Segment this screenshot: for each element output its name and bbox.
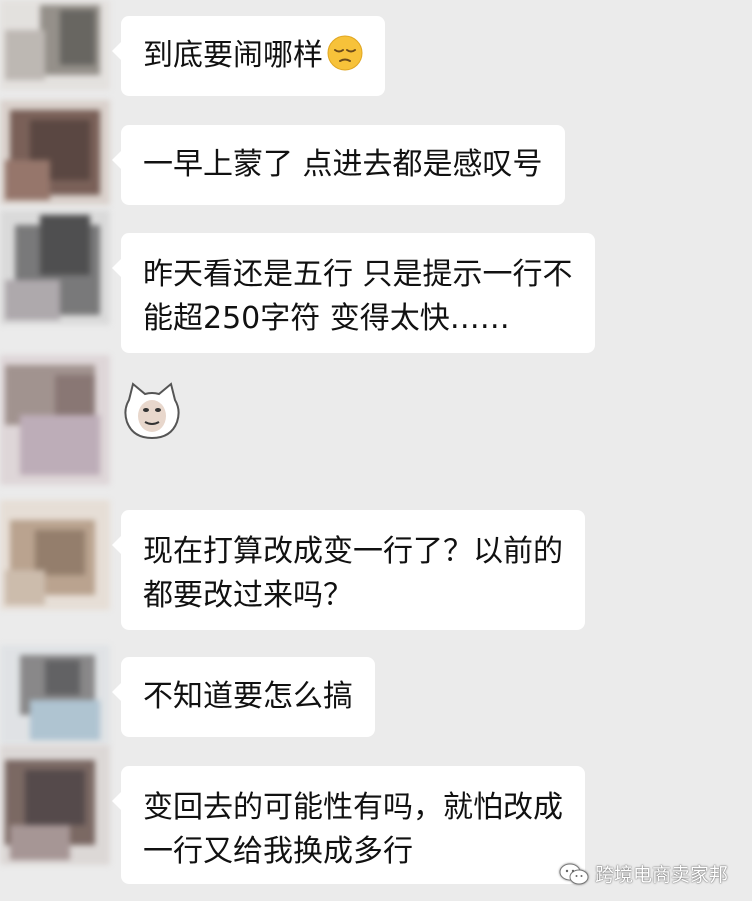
message-bubble: 一早上蒙了 点进去都是感叹号 <box>112 125 565 205</box>
avatar <box>0 745 110 865</box>
message-bubble: 不知道要怎么搞 <box>112 657 375 737</box>
avatar <box>0 500 110 610</box>
avatar <box>0 100 110 205</box>
message-text: 一早上蒙了 点进去都是感叹号 <box>143 147 543 182</box>
message-text-line: 能超250字符 变得太快…… <box>143 301 510 336</box>
message-text-line: 一行又给我换成多行 <box>143 834 413 869</box>
cat-face-sticker <box>124 382 180 440</box>
message-bubble: 变回去的可能性有吗，就怕改成 一行又给我换成多行 <box>112 766 585 884</box>
avatar <box>0 355 110 485</box>
avatar <box>0 210 110 325</box>
message-text-line: 现在打算改成变一行了？以前的 <box>143 534 563 569</box>
avatar <box>0 0 110 90</box>
message-text-line: 都要改过来吗？ <box>143 578 353 613</box>
wechat-icon <box>559 863 589 884</box>
pensive-face-emoji <box>327 35 363 71</box>
watermark: 跨境电商卖家邦 <box>559 860 728 887</box>
message-text: 不知道要怎么搞 <box>143 679 353 714</box>
message-text: 到底要闹哪样 <box>143 38 323 73</box>
message-bubble: 现在打算改成变一行了？以前的 都要改过来吗？ <box>112 510 585 630</box>
message-text-line: 昨天看还是五行 只是提示一行不 <box>143 257 573 292</box>
avatar <box>0 645 110 745</box>
message-bubble: 到底要闹哪样 <box>112 16 385 96</box>
message-text-line: 变回去的可能性有吗，就怕改成 <box>143 790 563 825</box>
watermark-text: 跨境电商卖家邦 <box>594 864 728 886</box>
message-bubble: 昨天看还是五行 只是提示一行不 能超250字符 变得太快…… <box>112 233 595 353</box>
